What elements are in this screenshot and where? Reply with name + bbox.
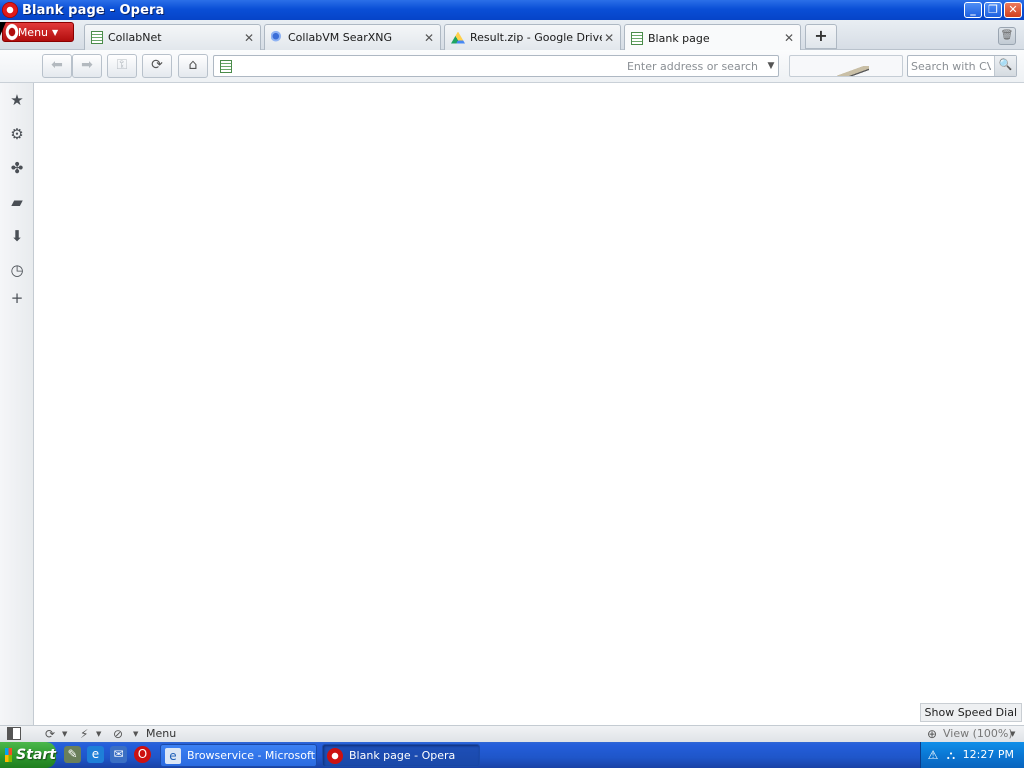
tab-label: Result.zip - Google Drive xyxy=(470,31,603,44)
tab-label: CollabVM SearXNG xyxy=(288,31,393,44)
tab-close-icon[interactable]: ✕ xyxy=(422,31,436,45)
tab-close-icon[interactable]: ✕ xyxy=(602,31,616,45)
restore-icon[interactable]: ❐ xyxy=(984,2,1002,18)
page-icon xyxy=(631,31,643,45)
chevron-down-icon[interactable]: ▼ xyxy=(62,727,67,741)
key-icon: ⚿ xyxy=(116,57,128,73)
new-tab-button[interactable]: + xyxy=(805,24,837,49)
zoom-level[interactable]: View (100%) xyxy=(943,727,1013,741)
unite-icon[interactable]: ✤ xyxy=(8,159,26,177)
reload-button[interactable]: ⟳ xyxy=(142,54,172,78)
windows-taskbar: Start ✎ e ✉ O e Browservice - Microsoft … xyxy=(0,742,1024,768)
status-bar: ⟳ ▼ ⚡ ▼ ⊘ ▼ Menu ⊕ View (100%) ▼ xyxy=(0,725,1024,742)
address-input[interactable] xyxy=(237,57,764,75)
search-input[interactable] xyxy=(908,57,994,75)
reload-icon: ⟳ xyxy=(151,57,163,73)
notes-icon[interactable]: ▰ xyxy=(8,193,26,211)
internet-explorer-icon: e xyxy=(165,747,181,764)
window-title: Blank page - Opera xyxy=(22,2,165,18)
page-content[interactable] xyxy=(35,83,1024,725)
history-icon[interactable]: ◷ xyxy=(8,261,26,279)
start-button[interactable]: Start xyxy=(0,742,56,768)
side-panel: ★ ⚙ ✤ ▰ ⬇ ◷ + xyxy=(0,83,34,725)
page-icon xyxy=(91,31,103,44)
opera-icon[interactable]: O xyxy=(134,746,151,763)
minimize-icon[interactable]: _ xyxy=(964,2,982,18)
chevron-down-icon[interactable]: ▼ xyxy=(1010,727,1015,741)
chevron-down-icon[interactable]: ▼ xyxy=(96,727,101,741)
address-bar[interactable]: ▼ xyxy=(213,55,779,77)
home-icon: ⌂ xyxy=(188,57,198,73)
security-alert-icon[interactable]: ⚠ xyxy=(925,747,941,763)
taskbar-item-browservice[interactable]: e Browservice - Microsoft ... xyxy=(160,744,317,767)
status-menu-label[interactable]: Menu xyxy=(146,727,176,741)
forward-button[interactable]: ➡ xyxy=(72,54,102,78)
mouse-cursor-icon xyxy=(0,22,6,36)
tab-label: CollabNet xyxy=(108,31,162,44)
closed-tabs-trash-icon[interactable]: 🗑 xyxy=(998,27,1016,45)
key-button[interactable]: ⚿ xyxy=(107,54,137,78)
zoom-icon: ⊕ xyxy=(927,727,938,741)
chevron-down-icon: ▼ xyxy=(52,27,59,37)
opera-logo-icon xyxy=(2,2,18,18)
search-icon[interactable]: 🔍 xyxy=(994,56,1016,76)
taskbar-item-label: Browservice - Microsoft ... xyxy=(187,749,317,762)
tab-collabnet[interactable]: CollabNet ✕ xyxy=(84,24,261,50)
window-titlebar[interactable]: Blank page - Opera _ ❐ ✕ xyxy=(0,0,1024,20)
site-prefs-icon[interactable]: ⊘ xyxy=(113,727,123,741)
speed-dial-tooltip: Show Speed Dial xyxy=(919,703,1022,722)
tab-close-icon[interactable]: ✕ xyxy=(242,31,256,45)
start-label: Start xyxy=(16,747,56,763)
tab-google-drive[interactable]: Result.zip - Google Drive ✕ xyxy=(444,24,621,50)
taskbar-item-opera[interactable]: Blank page - Opera xyxy=(322,744,480,767)
chevron-down-icon[interactable]: ▼ xyxy=(133,727,138,741)
clock[interactable]: 12:27 PM xyxy=(963,748,1014,761)
bookmarks-icon[interactable]: ★ xyxy=(8,91,26,109)
opera-menu-button[interactable]: Menu ▼ xyxy=(2,22,74,42)
windows-flag-icon xyxy=(5,748,13,762)
taskbar-item-label: Blank page - Opera xyxy=(349,749,456,762)
turbo-icon[interactable]: ⚡ xyxy=(80,727,88,741)
extensions-icon[interactable]: ⚙ xyxy=(8,125,26,143)
back-button[interactable]: ⬅ xyxy=(42,54,72,78)
address-dropdown-icon[interactable]: ▼ xyxy=(764,61,778,71)
panel-toggle-icon[interactable] xyxy=(7,727,21,740)
close-icon[interactable]: ✕ xyxy=(1004,2,1022,18)
show-desktop-icon[interactable]: ✎ xyxy=(64,746,81,763)
opera-icon xyxy=(327,747,343,764)
sync-icon[interactable]: ⟳ xyxy=(45,727,55,741)
arrow-left-icon: ⬅ xyxy=(51,57,63,73)
outlook-express-icon[interactable]: ✉ xyxy=(110,746,127,763)
arrow-right-icon: ➡ xyxy=(81,57,93,73)
tab-label: Blank page xyxy=(648,31,710,45)
puzzle-icon xyxy=(271,31,283,44)
system-tray: ⚠ ⛬ 12:27 PM xyxy=(920,742,1024,768)
tab-blank-page[interactable]: Blank page ✕ xyxy=(624,24,801,51)
add-panel-icon[interactable]: + xyxy=(8,289,26,307)
tab-bar: Menu ▼ CollabNet ✕ CollabVM SearXNG ✕ Re… xyxy=(0,20,1024,51)
toolbar-extension-area xyxy=(789,55,903,77)
internet-explorer-icon[interactable]: e xyxy=(87,746,104,763)
opera-menu-label: Menu xyxy=(17,25,49,39)
home-button[interactable]: ⌂ xyxy=(178,54,208,78)
google-drive-icon xyxy=(451,31,465,44)
tab-collabvm-searxng[interactable]: CollabVM SearXNG ✕ xyxy=(264,24,441,50)
plus-icon: + xyxy=(814,26,828,45)
navigation-bar: ⬅ ➡ ⚿ ⟳ ⌂ ▼ 🔍 xyxy=(0,50,1024,83)
downloads-icon[interactable]: ⬇ xyxy=(8,227,26,245)
opera-o-icon xyxy=(5,23,19,41)
decorative-shape xyxy=(837,66,869,76)
tab-close-icon[interactable]: ✕ xyxy=(782,31,796,45)
page-icon xyxy=(220,59,232,73)
window-controls: _ ❐ ✕ xyxy=(964,2,1022,18)
search-box[interactable]: 🔍 xyxy=(907,55,1017,77)
network-icon[interactable]: ⛬ xyxy=(943,747,959,763)
